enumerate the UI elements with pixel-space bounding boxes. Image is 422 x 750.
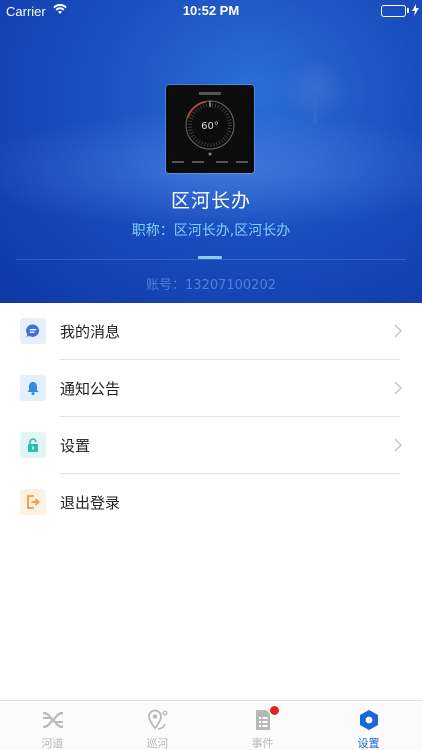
tab-label: 河道 (41, 737, 64, 750)
tab-label: 设置 (357, 737, 380, 750)
menu-item-notices[interactable]: 通知公告 (0, 360, 422, 417)
header-background-tree-trunk (313, 100, 317, 124)
menu-item-settings[interactable]: 设置 (0, 417, 422, 474)
tab-river[interactable]: 河道 (0, 701, 105, 750)
user-title: 职称：区河长办,区河长办 (131, 223, 291, 239)
menu-item-label: 通知公告 (60, 380, 121, 398)
tab-label: 事件 (251, 737, 274, 750)
chevron-right-icon (394, 323, 403, 342)
tab-settings[interactable]: 设置 (316, 701, 421, 750)
header-accent-line (198, 256, 222, 259)
profile-header: Carrier 10:52 PM 60° 区河长办 职称：区河长办,区河长办 账… (0, 0, 422, 303)
chevron-right-icon (394, 437, 403, 456)
charging-bolt-icon (412, 4, 419, 19)
user-name: 区河长办 (170, 190, 251, 212)
compass-app-screenshot: 60° (166, 85, 254, 173)
compass-reading: 60° (201, 121, 219, 132)
menu-item-label: 设置 (60, 437, 91, 455)
bell-icon (20, 375, 46, 401)
status-time: 10:52 PM (182, 3, 240, 18)
tab-events[interactable]: 事件 (210, 701, 315, 750)
status-bar: Carrier 10:52 PM (0, 0, 422, 22)
header-divider (16, 259, 406, 260)
avatar[interactable]: 60° (166, 85, 254, 173)
menu-item-logout[interactable]: 退出登录 (0, 474, 422, 531)
map-pin-icon (147, 709, 169, 731)
tab-patrol[interactable]: 巡河 (105, 701, 210, 750)
battery-cap (407, 8, 409, 13)
chevron-right-icon (394, 380, 403, 399)
message-icon (20, 318, 46, 344)
menu-item-label: 退出登录 (60, 494, 121, 512)
user-account: 账号：13207100202 (146, 278, 276, 293)
logout-icon (20, 489, 46, 515)
menu-item-messages[interactable]: 我的消息 (0, 303, 422, 360)
lock-icon (20, 432, 46, 458)
tab-bar: 河道 巡河 事件 设置 (0, 700, 422, 750)
river-icon (42, 709, 64, 731)
notification-badge (270, 706, 279, 715)
settings-hexagon-icon (358, 709, 380, 731)
settings-menu: 我的消息 通知公告 设置 退出登录 (0, 303, 422, 531)
battery-icon (381, 5, 406, 17)
tab-label: 巡河 (146, 737, 169, 750)
menu-item-label: 我的消息 (60, 323, 121, 341)
